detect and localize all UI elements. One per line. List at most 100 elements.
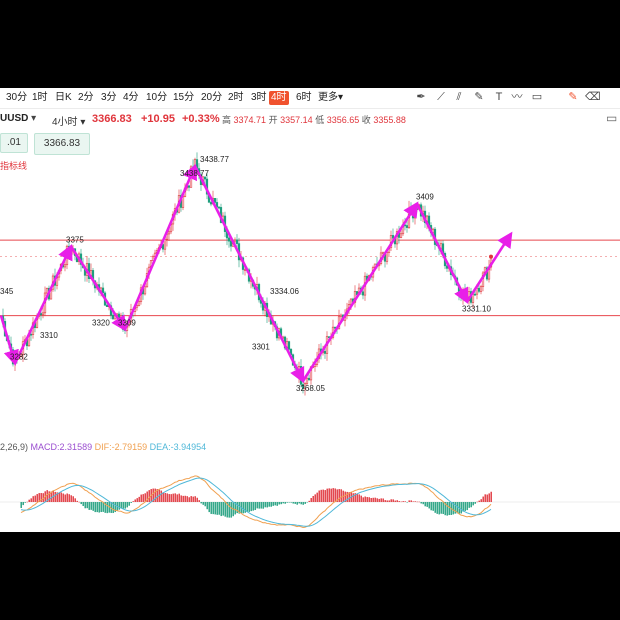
candle-body <box>105 304 109 307</box>
macd-bar <box>24 502 26 503</box>
macd-bar <box>328 488 330 502</box>
trend-arrow-2 <box>69 245 127 332</box>
macd-bar <box>384 500 386 502</box>
macd-legend: 2,26,9) MACD:2.31589 DIF:-2.79159 DEA:-3… <box>0 442 206 452</box>
macd-bar <box>198 500 200 502</box>
macd-bar <box>138 496 140 502</box>
macd-bar <box>400 501 402 503</box>
macd-bar <box>322 489 324 502</box>
macd-bar <box>460 502 462 514</box>
macd-bar <box>22 502 24 506</box>
macd-value: MACD:2.31589 <box>30 442 93 452</box>
macd-bar <box>356 494 358 502</box>
trend-arrow-1 <box>13 244 73 364</box>
macd-bar <box>176 494 178 502</box>
macd-bar <box>330 488 332 502</box>
macd-bar <box>292 502 294 504</box>
macd-bar <box>26 501 28 503</box>
price-annotation: 3282 <box>10 352 28 361</box>
dea-value: DEA:-3.94954 <box>149 442 207 452</box>
macd-bar <box>302 502 304 505</box>
macd-bar <box>204 502 206 507</box>
macd-bar <box>64 494 66 502</box>
macd-bar <box>218 502 220 515</box>
price-annotation: 3301 <box>252 343 270 352</box>
macd-bar <box>230 502 232 518</box>
macd-bar <box>298 502 300 504</box>
macd-bar <box>402 501 404 502</box>
macd-bar <box>120 502 122 509</box>
macd-bar <box>282 502 284 504</box>
macd-bar <box>168 494 170 502</box>
price-annotation: 3309 <box>118 318 136 327</box>
macd-bar <box>164 492 166 502</box>
macd-bar <box>428 502 430 509</box>
macd-bar <box>250 502 252 512</box>
candle-body <box>41 312 45 316</box>
macd-bar <box>252 502 254 511</box>
macd-bar <box>60 492 62 502</box>
macd-bar <box>426 502 428 507</box>
macd-bar <box>338 489 340 502</box>
macd-bar <box>280 502 282 505</box>
macd-bar <box>408 500 410 502</box>
macd-bar <box>372 497 374 502</box>
macd-bar <box>100 502 102 513</box>
candle-body <box>235 239 239 244</box>
macd-bar <box>94 502 96 513</box>
macd-bar <box>490 491 492 502</box>
macd-bar <box>88 502 90 510</box>
candle-body <box>63 264 67 268</box>
price-annotation: 3320 <box>92 319 110 328</box>
candle-body <box>287 341 291 350</box>
macd-bar <box>440 502 442 514</box>
price-annotation: 3438.77 <box>200 155 229 164</box>
macd-bar <box>134 499 136 502</box>
candle-body <box>233 239 237 242</box>
macd-bar <box>376 498 378 502</box>
macd-bar <box>470 502 472 508</box>
price-annotation: 3409 <box>416 193 434 202</box>
macd-bar <box>276 502 278 506</box>
candle-body <box>45 287 49 294</box>
macd-bar <box>264 502 266 508</box>
price-chart[interactable]: 345 3282 3310 3375 3320 3309 3438.77 3438.77 330… <box>0 88 620 532</box>
macd-bar <box>128 502 130 506</box>
candle-body <box>187 185 191 188</box>
macd-bar <box>78 501 80 503</box>
macd-bar <box>432 502 434 511</box>
macd-bar <box>192 496 194 502</box>
candle-body <box>413 208 417 219</box>
macd-bar <box>162 492 164 502</box>
candle-body <box>213 197 217 203</box>
candle-body <box>29 333 33 336</box>
trend-arrow-3 <box>123 163 198 330</box>
macd-bar <box>170 494 172 502</box>
macd-bar <box>388 500 390 502</box>
candle-body <box>459 293 463 298</box>
macd-bar <box>326 488 328 502</box>
macd-bar <box>360 495 362 502</box>
macd-bar <box>308 500 310 502</box>
macd-bar <box>310 498 312 502</box>
macd-bar <box>34 495 36 502</box>
macd-bar <box>290 502 292 503</box>
macd-bar <box>418 501 420 503</box>
macd-bar <box>248 502 250 512</box>
macd-bar <box>20 502 22 508</box>
macd-bar <box>178 493 180 502</box>
macd-bar <box>284 502 286 504</box>
candle-body <box>227 237 231 242</box>
macd-bar <box>122 502 124 509</box>
macd-bar <box>274 502 276 506</box>
macd-bar <box>442 502 444 515</box>
candle-body <box>119 314 123 318</box>
macd-bar <box>202 502 204 505</box>
macd-bar <box>306 502 308 503</box>
macd-bar <box>28 499 30 502</box>
macd-bar <box>482 496 484 502</box>
macd-bar <box>478 500 480 502</box>
macd-bar <box>390 499 392 502</box>
macd-bar <box>188 497 190 502</box>
candle-body <box>305 377 309 384</box>
